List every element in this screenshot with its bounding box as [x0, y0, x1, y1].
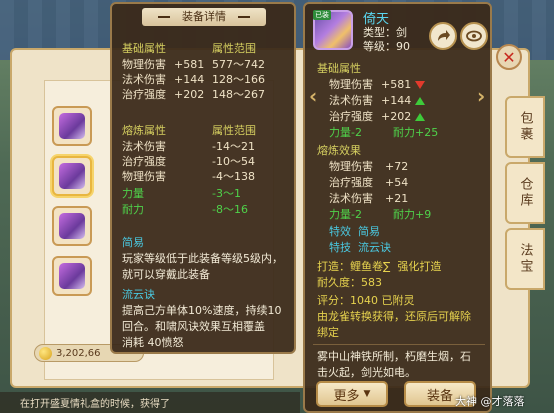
forge-range-header: 属性范围 [212, 124, 256, 137]
forge-stat-range: -4～138 [212, 170, 255, 183]
forge-stat-range: -8～16 [212, 203, 248, 216]
special-effect: 特效 简易 [329, 225, 380, 238]
base-extra-stat: 耐力+25 [393, 126, 439, 139]
skill-text: 提高己方单体10%速度，持续10 [122, 304, 282, 317]
divider [313, 344, 485, 345]
chevron-down-icon: ▼ [363, 389, 371, 399]
coin-icon [39, 346, 52, 360]
bind-info: 绑定 [317, 326, 339, 339]
stat-name: 物理伤害 [122, 58, 166, 71]
item-icon [59, 263, 85, 289]
eye-icon [466, 30, 482, 42]
skill-cost: 消耗 40愤怒 [122, 336, 184, 349]
forge-stat-name: 耐力 [122, 203, 144, 216]
stat-name: 法术伤害 [329, 94, 373, 107]
forge-stat-value: +21 [385, 192, 409, 205]
forge-attr-header: 熔炼属性 [122, 124, 166, 137]
stat-range: 577～742 [212, 58, 265, 71]
stat-value: +581 [381, 78, 426, 92]
inventory-slot[interactable] [52, 256, 92, 296]
special-skill: 特技 流云诀 [329, 241, 391, 254]
tab-warehouse[interactable]: 仓库 [505, 162, 545, 224]
stat-value: +144 [174, 73, 205, 86]
forge-stat-name: 法术伤害 [329, 192, 373, 205]
more-button[interactable]: 更多 ▼ [316, 381, 388, 407]
more-button-label: 更多 [333, 388, 360, 404]
durability: 耐久度：583 [317, 276, 382, 289]
item-icon [59, 163, 85, 189]
forge-extra-stat: 力量-2 [329, 208, 362, 221]
equipment-detail-panel: 装备详情 基础属性 属性范围 物理伤害 +581 577～742 法术伤害 +1… [110, 2, 296, 354]
tab-bag[interactable]: 包裹 [505, 96, 545, 158]
score: 评分：1040 已附灵 [317, 294, 415, 307]
view-button[interactable] [460, 22, 488, 50]
item-description: 击火起，剑光如电。 [317, 366, 416, 379]
stat-value: +581 [174, 58, 205, 71]
watermark: 大神 @才落落 [455, 395, 525, 408]
forge-stat-name: 法术伤害 [122, 140, 166, 153]
equipped-badge: 已装 [313, 10, 331, 20]
base-attr-header: 基础属性 [317, 62, 361, 75]
forge-extra-stat: 耐力+9 [393, 208, 432, 221]
easy-text: 玩家等级低于此装备等级5级内， [122, 252, 283, 265]
tab-treasure[interactable]: 法宝 [505, 228, 545, 290]
forge-stat-value: +54 [385, 176, 409, 189]
next-arrow-icon[interactable]: › [477, 84, 485, 108]
equip-button-label: 装备 [426, 388, 453, 404]
panel-title: 装备详情 [142, 8, 266, 26]
item-level: 等级：90 [363, 40, 410, 53]
forged-by: 打造：鲤鱼卷∑ 强化打造 [317, 260, 442, 273]
forge-stat-range: -3～1 [212, 187, 241, 200]
inventory-slot-selected[interactable] [52, 156, 92, 196]
money-amount: 3,202,66 [56, 347, 101, 359]
stat-name: 物理伤害 [329, 78, 373, 91]
skill-name: 流云诀 [122, 288, 155, 301]
easy-text: 就可以穿戴此装备 [122, 268, 210, 281]
forge-effect-header: 熔炼效果 [317, 144, 361, 157]
forge-stat-name: 治疗强度 [329, 176, 373, 189]
skill-text: 回合。和啸风诀效果互相覆盖 [122, 320, 265, 333]
item-icon [59, 213, 85, 239]
item-description: 雾中山神铁所制，朽磨生烟，石 [317, 350, 471, 363]
base-attr-header: 基础属性 [122, 42, 166, 55]
share-button[interactable] [429, 22, 457, 50]
forge-stat-name: 物理伤害 [329, 160, 373, 173]
stat-range: 148～267 [212, 88, 265, 101]
item-name: 倚天 [363, 12, 390, 27]
increase-arrow-icon [415, 97, 426, 105]
prev-arrow-icon[interactable]: ‹ [309, 84, 317, 108]
item-icon [59, 113, 85, 139]
inventory-slot[interactable] [52, 106, 92, 146]
forge-stat-range: -14～21 [212, 140, 255, 153]
stat-name: 治疗强度 [122, 88, 166, 101]
close-button[interactable]: ✕ [496, 44, 522, 70]
forge-stat-range: -10～54 [212, 155, 255, 168]
share-icon [438, 30, 450, 41]
forge-stat-value: +72 [385, 160, 409, 173]
decrease-arrow-icon [415, 81, 426, 89]
forge-stat-name: 力量 [122, 187, 144, 200]
inventory-slot[interactable] [52, 206, 92, 246]
stat-name: 法术伤害 [122, 73, 166, 86]
forge-stat-name: 物理伤害 [122, 170, 166, 183]
equipped-item-panel: 已装 倚天 类型：剑 等级：90 ‹ › 基础属性 物理伤害 +581 法术伤害… [303, 2, 492, 413]
item-type: 类型：剑 [363, 26, 407, 39]
base-range-header: 属性范围 [212, 42, 256, 55]
forge-stat-name: 治疗强度 [122, 155, 166, 168]
stat-value: +202 [174, 88, 205, 101]
stat-value: +202 [381, 110, 426, 124]
base-extra-stat: 力量-2 [329, 126, 362, 139]
increase-arrow-icon [415, 113, 426, 121]
chat-message: 在打开盛夏情礼盒的时候，获得了 [0, 392, 300, 413]
stat-value: +144 [381, 94, 426, 108]
bind-info: 由龙雀转换获得，还原后可解除 [317, 310, 471, 323]
stat-name: 治疗强度 [329, 110, 373, 123]
stat-range: 128～166 [212, 73, 265, 86]
easy-header: 简易 [122, 236, 144, 249]
